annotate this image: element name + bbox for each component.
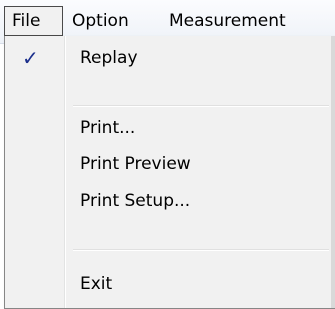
window: File Option Measurement ✓ Replay Print..… — [0, 0, 335, 309]
checkmark-icon: ✓ — [22, 46, 39, 70]
menu-item-print-setup[interactable]: Print Setup... — [5, 182, 331, 220]
dropdown-right-edge — [331, 36, 335, 308]
menu-item-label: Exit — [80, 274, 113, 294]
menu-option[interactable]: Option — [72, 6, 129, 36]
menu-item-print[interactable]: Print... — [5, 109, 331, 147]
file-dropdown-menu: ✓ Replay Print... Print Preview Print Se… — [4, 36, 335, 309]
menu-file[interactable]: File — [4, 6, 63, 36]
menu-measurement[interactable]: Measurement — [169, 6, 286, 36]
menu-item-label: Print... — [80, 118, 136, 138]
menu-item-label: Print Setup... — [80, 191, 191, 211]
menu-item-exit[interactable]: Exit — [5, 265, 331, 303]
menu-item-label: Replay — [80, 48, 138, 68]
menu-item-label: Print Preview — [80, 154, 191, 174]
menu-item-print-preview[interactable]: Print Preview — [5, 145, 331, 183]
menu-separator — [73, 249, 329, 251]
menu-separator — [73, 105, 329, 107]
menu-item-replay[interactable]: ✓ Replay — [5, 39, 331, 77]
